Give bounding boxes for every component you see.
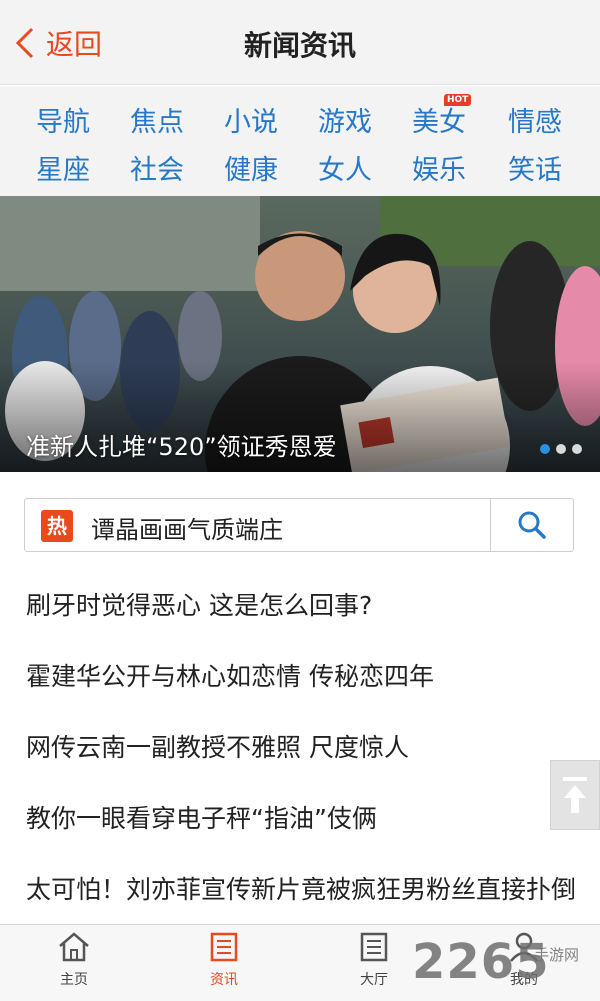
category-item[interactable]: 健康 bbox=[204, 148, 298, 187]
carousel-indicator bbox=[540, 444, 582, 454]
category-item[interactable]: 娱乐 bbox=[392, 148, 486, 187]
banner-caption: 准新人扎堆“520”领证秀恩爱 bbox=[26, 433, 337, 461]
hot-badge: 热 bbox=[41, 510, 73, 542]
news-icon bbox=[210, 932, 238, 962]
tab-home[interactable]: 主页 bbox=[24, 931, 124, 989]
category-item[interactable]: 美女 HOT bbox=[392, 94, 486, 139]
category-item[interactable]: 焦点 bbox=[110, 100, 204, 139]
arrow-up-icon bbox=[563, 777, 587, 813]
carousel-dot[interactable] bbox=[556, 444, 566, 454]
page-title: 新闻资讯 bbox=[243, 29, 356, 62]
tab-label: 大厅 bbox=[360, 972, 388, 988]
category-label: 美女 bbox=[412, 107, 466, 138]
home-icon bbox=[59, 932, 89, 962]
tab-mine[interactable]: 我的 bbox=[474, 931, 574, 989]
hot-tag: HOT bbox=[444, 94, 472, 106]
category-grid: 导航 焦点 小说 游戏 美女 HOT 情感 星座 社会 健康 女人 娱乐 笑话 bbox=[0, 86, 600, 196]
category-label: 游戏 bbox=[318, 107, 372, 138]
carousel-dot[interactable] bbox=[572, 444, 582, 454]
news-item[interactable]: 刷牙时觉得恶心 这是怎么回事? bbox=[0, 570, 600, 641]
search-button[interactable] bbox=[490, 499, 573, 551]
category-item[interactable]: 情感 bbox=[488, 100, 582, 139]
category-item[interactable]: 笑话 bbox=[488, 148, 582, 187]
title-bar: 返回 新闻资讯 bbox=[0, 0, 600, 85]
search-query[interactable]: 谭晶画画气质端庄 bbox=[91, 510, 283, 545]
news-list: 刷牙时觉得恶心 这是怎么回事? 霍建华公开与林心如恋情 传秘恋四年 网传云南一副… bbox=[0, 570, 600, 925]
news-item[interactable]: 太可怕！刘亦菲宣传新片竟被疯狂男粉丝直接扑倒 bbox=[0, 854, 600, 925]
category-label: 小说 bbox=[224, 107, 278, 138]
category-item[interactable]: 女人 bbox=[298, 148, 392, 187]
back-to-top-button[interactable] bbox=[550, 760, 600, 830]
category-label: 社会 bbox=[130, 155, 184, 186]
tab-label: 主页 bbox=[60, 972, 88, 988]
category-item[interactable]: 导航 bbox=[16, 100, 110, 139]
tab-label: 资讯 bbox=[210, 972, 238, 988]
category-item[interactable]: 星座 bbox=[16, 148, 110, 187]
tab-news[interactable]: 资讯 bbox=[174, 931, 274, 989]
bottom-tab-bar: 主页 资讯 大厅 我的 bbox=[0, 924, 600, 1001]
category-label: 星座 bbox=[36, 155, 90, 186]
category-label: 情感 bbox=[508, 107, 562, 138]
hot-search-box[interactable]: 热 谭晶画画气质端庄 bbox=[24, 498, 574, 552]
tab-label: 我的 bbox=[510, 972, 538, 988]
category-label: 健康 bbox=[224, 155, 278, 186]
banner-carousel[interactable]: 准新人扎堆“520”领证秀恩爱 bbox=[0, 196, 600, 472]
category-item[interactable]: 社会 bbox=[110, 148, 204, 187]
carousel-dot[interactable] bbox=[540, 444, 550, 454]
category-item[interactable]: 小说 bbox=[204, 100, 298, 139]
category-label: 娱乐 bbox=[412, 155, 466, 186]
tab-hall[interactable]: 大厅 bbox=[324, 931, 424, 989]
category-item[interactable]: 游戏 bbox=[298, 100, 392, 139]
search-icon bbox=[518, 511, 546, 539]
category-label: 导航 bbox=[36, 107, 90, 138]
news-item[interactable]: 霍建华公开与林心如恋情 传秘恋四年 bbox=[0, 641, 600, 712]
news-item[interactable]: 教你一眼看穿电子秤“指油”伎俩 bbox=[0, 783, 600, 854]
category-label: 焦点 bbox=[130, 107, 184, 138]
category-label: 女人 bbox=[318, 155, 372, 186]
category-label: 笑话 bbox=[508, 155, 562, 186]
user-icon bbox=[510, 932, 538, 962]
list-icon bbox=[360, 932, 388, 962]
news-item[interactable]: 网传云南一副教授不雅照 尺度惊人 bbox=[0, 712, 600, 783]
